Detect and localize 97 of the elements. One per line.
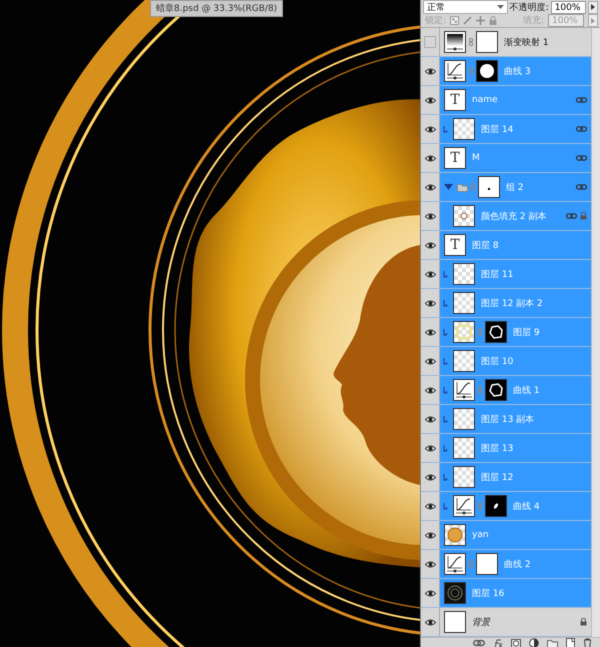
chain-icon — [478, 386, 482, 394]
chain-icon — [478, 502, 482, 510]
opacity-label: 不透明度: — [510, 2, 549, 14]
chain-icon — [471, 183, 475, 191]
circle-mask-thumbnail — [476, 60, 498, 82]
layer-name: 组 2 — [506, 182, 524, 194]
arrow-icon — [591, 18, 595, 24]
adjustment-icon[interactable] — [529, 638, 539, 647]
layer-name: 图层 9 — [513, 326, 540, 338]
layer-name: 图层 16 — [472, 588, 504, 600]
eye-icon[interactable] — [424, 590, 436, 596]
layer-name: 图层 13 — [481, 442, 514, 454]
eye-icon[interactable] — [424, 270, 436, 278]
eye-icon[interactable] — [424, 532, 436, 538]
empty-mask-thumbnail — [476, 31, 498, 53]
eye-icon[interactable] — [424, 444, 436, 452]
curves-adjustment-icon — [444, 553, 466, 575]
layer-name: 曲线 3 — [504, 66, 531, 78]
transparent-layer-thumbnail — [453, 263, 475, 285]
transparent-layer-thumbnail — [453, 466, 475, 488]
document-tab[interactable]: 蜡章8.psd @ 33.3%(RGB/8) — [150, 0, 284, 17]
layer-name: 图层 14 — [481, 124, 514, 136]
eye-icon[interactable] — [424, 474, 436, 480]
outline-mask-thumbnail — [485, 379, 507, 401]
chain-icon — [469, 560, 473, 568]
text-layer-thumbnail: T — [444, 234, 466, 256]
transparent-layer-thumbnail — [453, 350, 475, 372]
trash-icon[interactable] — [583, 638, 592, 647]
eye-icon[interactable] — [424, 386, 436, 394]
layer-name: 曲线 1 — [513, 384, 540, 396]
link-icon[interactable] — [473, 639, 485, 647]
eye-icon[interactable] — [424, 618, 436, 626]
opacity-slider-button[interactable] — [588, 0, 598, 14]
visibility-toggle[interactable] — [424, 36, 436, 48]
layer-name: 图层 8 — [472, 240, 499, 252]
chain-icon — [469, 67, 473, 75]
background-layer-thumbnail — [444, 611, 466, 633]
layer-name: 图层 12 副本 2 — [481, 298, 543, 310]
chain-icon — [478, 328, 482, 336]
mask-thumbnail — [485, 495, 507, 517]
new-layer-icon[interactable] — [566, 638, 575, 647]
eye-icon[interactable] — [424, 416, 436, 422]
gradient-map-icon — [444, 31, 466, 53]
blend-mode-dropdown[interactable]: 正常 — [423, 0, 508, 14]
curves-adjustment-icon — [453, 379, 475, 401]
layer-name: 图层 11 — [481, 268, 514, 280]
layer-name: name — [472, 95, 498, 105]
eye-icon[interactable] — [424, 68, 436, 74]
fill-slider-button[interactable] — [588, 14, 598, 27]
eye-icon[interactable] — [424, 502, 436, 510]
mask-icon[interactable] — [511, 638, 521, 647]
eye-icon[interactable] — [424, 96, 436, 104]
fx-icon[interactable] — [493, 638, 503, 647]
dark-layer-thumbnail — [444, 582, 466, 604]
layer-name: M — [472, 153, 480, 163]
chain-icon — [469, 38, 473, 46]
folder-icon — [457, 182, 468, 192]
eye-icon[interactable] — [424, 560, 436, 568]
transparent-layer-thumbnail — [453, 408, 475, 430]
scrollbar[interactable] — [591, 28, 600, 637]
eye-icon[interactable] — [424, 184, 436, 190]
eye-icon[interactable] — [424, 126, 436, 132]
layer-name: 背景 — [472, 616, 490, 628]
layer-name: yan — [472, 530, 489, 540]
layer-name: 曲线 4 — [513, 500, 540, 512]
layer-name: 渐变映射 1 — [504, 36, 549, 48]
ring-layer-thumbnail — [453, 321, 475, 343]
lock-label: 锁定: — [425, 14, 446, 27]
eye-icon[interactable] — [424, 242, 436, 248]
eye-icon[interactable] — [424, 154, 436, 162]
transparent-layer-thumbnail — [453, 437, 475, 459]
curves-adjustment-icon — [444, 60, 466, 82]
outline-mask-thumbnail — [485, 321, 507, 343]
transparent-layer-thumbnail — [453, 292, 475, 314]
layer-name: 颜色填充 2 副本 — [481, 210, 546, 222]
transparent-layer-thumbnail — [453, 118, 475, 140]
layer-name: 图层 12 — [481, 472, 514, 484]
curves-adjustment-icon — [453, 495, 475, 517]
text-layer-thumbnail: T — [444, 147, 466, 169]
arrow-icon — [591, 4, 596, 10]
dot-mask-thumbnail — [478, 176, 500, 198]
seal-layer-thumbnail — [444, 524, 466, 546]
eye-icon[interactable] — [424, 358, 436, 364]
blend-mode-value: 正常 — [427, 2, 445, 14]
fill-layer-thumbnail — [453, 205, 475, 227]
layer-name: 图层 13 副本 — [481, 414, 534, 426]
eye-icon[interactable] — [424, 328, 436, 336]
layer-name: 曲线 2 — [504, 558, 531, 570]
fill-label: 填充: — [522, 14, 544, 27]
eye-icon[interactable] — [424, 212, 436, 220]
fill-field[interactable]: 100% — [548, 14, 584, 27]
text-layer-thumbnail: T — [444, 89, 466, 111]
empty-mask-thumbnail — [476, 553, 498, 575]
caret-icon — [496, 5, 504, 9]
eye-icon[interactable] — [424, 300, 436, 306]
layer-name: 图层 10 — [481, 356, 514, 368]
opacity-field[interactable]: 100% — [550, 0, 586, 14]
